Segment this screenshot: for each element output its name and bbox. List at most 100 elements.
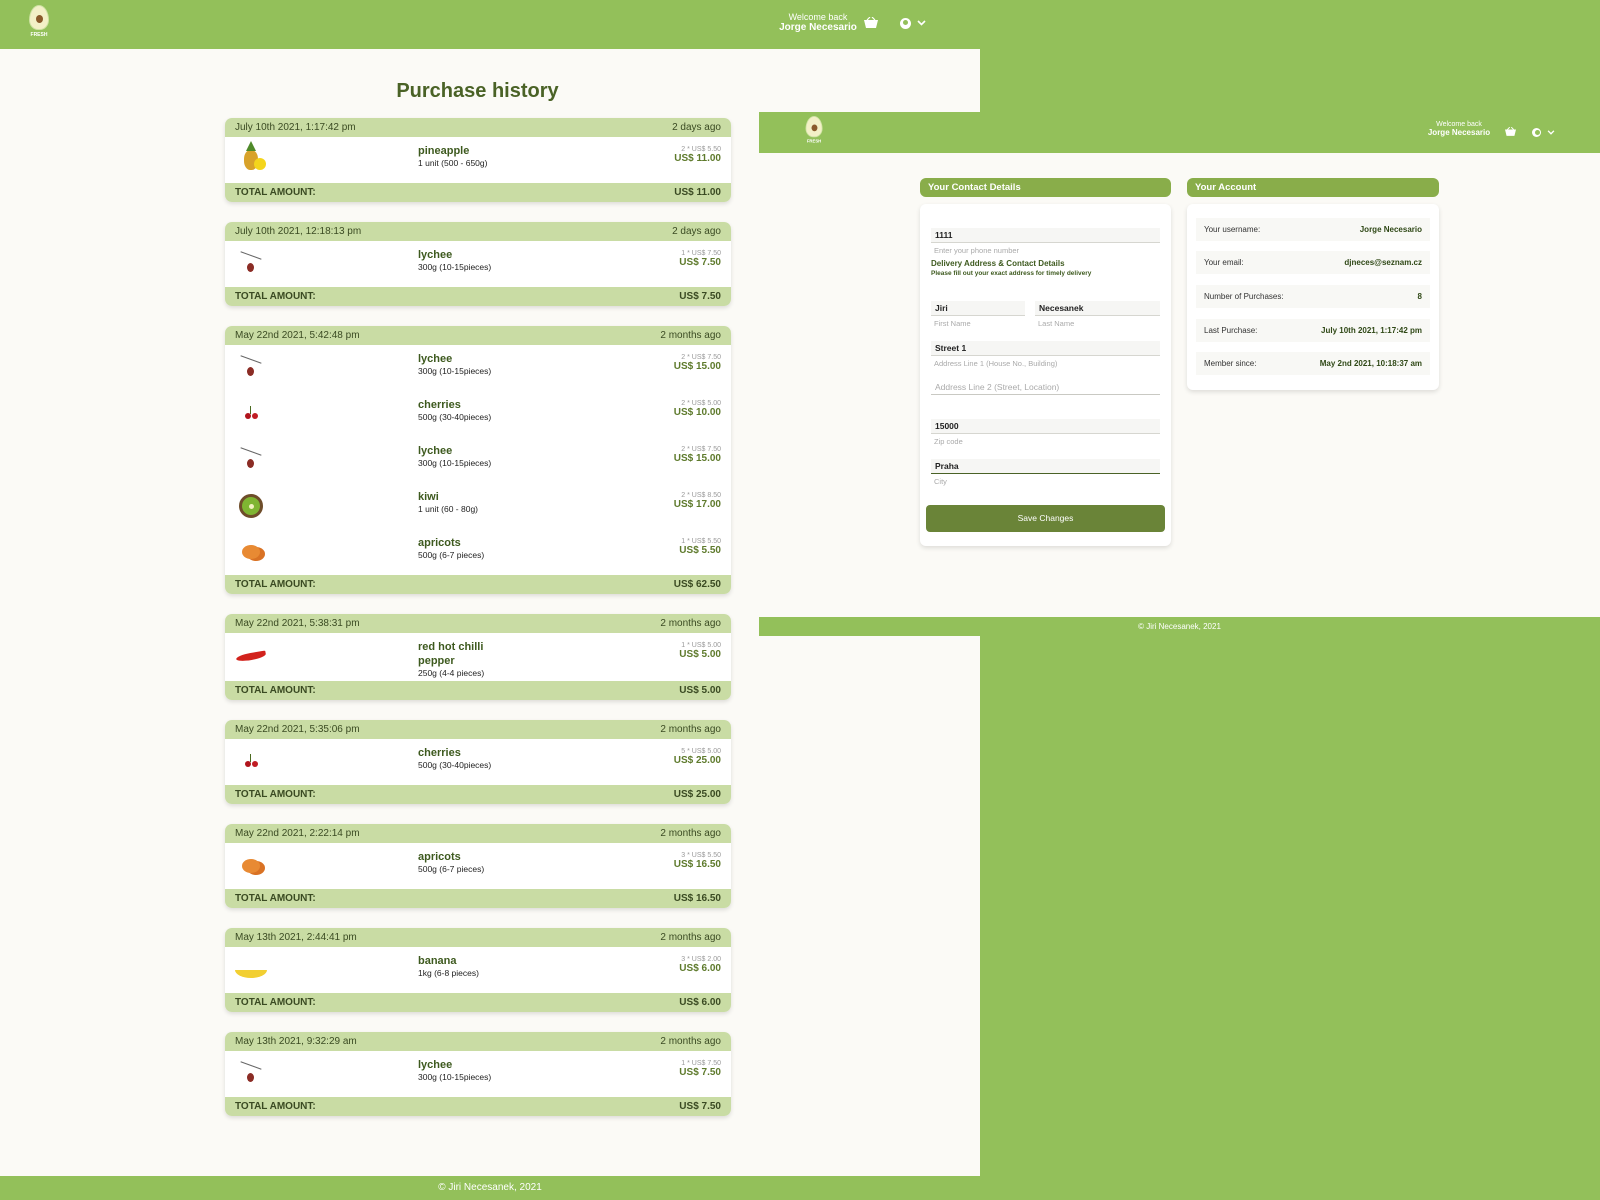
order-footer: TOTAL AMOUNT: US$ 6.00	[225, 993, 731, 1012]
item-description: 500g (30-40pieces)	[418, 760, 492, 770]
welcome-block: Welcome back Jorge Necesario	[1424, 121, 1494, 137]
item-name: lychee	[418, 249, 453, 261]
order-age: 2 months ago	[660, 330, 721, 341]
avocado-logo-icon	[805, 116, 823, 138]
item-name-block: red hot chilli pepper 250g (4-4 pieces)	[418, 640, 508, 679]
order-card: May 22nd 2021, 5:35:06 pm 2 months ago c…	[225, 720, 731, 804]
item-total-price: US$ 15.00	[673, 453, 721, 464]
delivery-title: Delivery Address & Contact Details	[931, 259, 1065, 268]
item-price-block: 2 * US$ 7.50 US$ 15.00	[674, 446, 721, 464]
order-total: US$ 16.50	[673, 893, 721, 904]
order-total: US$ 7.50	[679, 1101, 721, 1112]
lychee-icon	[235, 353, 267, 383]
item-price-block: 2 * US$ 5.50 US$ 11.00	[674, 146, 721, 164]
total-amount-label: TOTAL AMOUNT:	[235, 997, 316, 1008]
item-description: 1 unit (60 - 80g)	[418, 504, 479, 514]
item-price-block: 2 * US$ 5.00 US$ 10.00	[674, 400, 721, 418]
total-amount-label: TOTAL AMOUNT:	[235, 685, 316, 696]
item-name-block: apricots 500g (6-7 pieces)	[418, 536, 508, 561]
item-name: red hot chilli pepper	[418, 641, 484, 667]
order-item: red hot chilli pepper 250g (4-4 pieces) …	[225, 633, 731, 681]
item-name-block: banana 1kg (6-8 pieces)	[418, 954, 508, 979]
order-age: 2 months ago	[660, 828, 721, 839]
welcome-label: Welcome back	[1436, 121, 1482, 128]
order-card: May 13th 2021, 2:44:41 pm 2 months ago b…	[225, 928, 731, 1012]
basket-icon[interactable]	[864, 17, 878, 28]
last-name-field[interactable]: Necesanek Last Name	[1035, 301, 1160, 328]
account-value: Jorge Necesario	[1359, 225, 1422, 234]
order-age: 2 months ago	[660, 618, 721, 629]
item-unit-price: 3 * US$ 5.50	[681, 852, 721, 859]
lychee-icon	[235, 1059, 267, 1089]
item-total-price: US$ 11.00	[674, 153, 721, 164]
item-price-block: 1 * US$ 7.50 US$ 7.50	[679, 250, 721, 268]
zip-hint: Zip code	[934, 437, 963, 446]
item-unit-price: 2 * US$ 8.50	[681, 492, 721, 499]
item-price-block: 3 * US$ 5.50 US$ 16.50	[674, 852, 721, 870]
item-name: apricots	[418, 851, 461, 863]
address-line2-input[interactable]: Address Line 2 (Street, Location)	[931, 380, 1160, 395]
item-description: 300g (10-15pieces)	[418, 262, 492, 272]
item-unit-price: 1 * US$ 5.00	[681, 642, 721, 649]
item-description: 500g (6-7 pieces)	[418, 864, 485, 874]
item-price-block: 1 * US$ 5.00 US$ 5.00	[679, 642, 721, 660]
chilli-pepper-icon	[235, 641, 267, 671]
order-total: US$ 6.00	[679, 997, 721, 1008]
item-total-price: US$ 17.00	[673, 499, 721, 510]
fresh-logo[interactable]: FRESH	[803, 116, 825, 144]
order-date: May 22nd 2021, 5:42:48 pm	[235, 330, 360, 341]
footer-copyright: © Jiri Necesanek, 2021	[759, 617, 1600, 636]
orders-list: July 10th 2021, 1:17:42 pm 2 days ago pi…	[225, 118, 731, 1136]
order-item: kiwi 1 unit (60 - 80g) 2 * US$ 8.50 US$ …	[225, 483, 731, 529]
account-title: Your Account	[1187, 178, 1439, 197]
item-name: kiwi	[418, 491, 439, 503]
order-total: US$ 62.50	[673, 579, 721, 590]
city-input[interactable]: Praha	[931, 459, 1160, 474]
item-name: banana	[418, 955, 457, 967]
user-menu-button[interactable]	[900, 17, 926, 29]
item-unit-price: 1 * US$ 7.50	[681, 1060, 721, 1067]
address-line1-input[interactable]: Street 1	[931, 341, 1160, 356]
order-date: May 13th 2021, 9:32:29 am	[235, 1036, 357, 1047]
basket-icon[interactable]	[1505, 127, 1516, 136]
account-label: Your email:	[1204, 258, 1244, 267]
save-changes-button[interactable]: Save Changes	[926, 505, 1165, 532]
user-menu-button[interactable]	[1532, 126, 1555, 138]
item-price-block: 1 * US$ 7.50 US$ 7.50	[679, 1060, 721, 1078]
city-field[interactable]: Praha City	[931, 459, 1160, 486]
phone-input[interactable]: 1111	[931, 228, 1160, 243]
phone-field[interactable]: 1111 Enter your phone number	[931, 228, 1160, 255]
contact-details-card: 1111 Enter your phone number Delivery Ad…	[920, 204, 1171, 546]
item-name-block: apricots 500g (6-7 pieces)	[418, 850, 508, 875]
first-name-input[interactable]: Jiri	[931, 301, 1025, 316]
fresh-logo[interactable]: FRESH	[26, 5, 52, 38]
item-unit-price: 2 * US$ 5.00	[681, 400, 721, 407]
kiwi-icon	[235, 491, 267, 521]
order-total: US$ 11.00	[674, 187, 721, 198]
avocado-logo-icon	[29, 5, 49, 30]
item-name: apricots	[418, 537, 461, 549]
first-name-field[interactable]: Jiri First Name	[931, 301, 1025, 328]
order-footer: TOTAL AMOUNT: US$ 7.50	[225, 287, 731, 306]
order-item: lychee 300g (10-15pieces) 1 * US$ 7.50 U…	[225, 1051, 731, 1097]
zip-field[interactable]: 15000 Zip code	[931, 419, 1160, 446]
item-unit-price: 5 * US$ 5.00	[681, 748, 721, 755]
item-total-price: US$ 15.00	[673, 361, 721, 372]
item-price-block: 2 * US$ 7.50 US$ 15.00	[674, 354, 721, 372]
last-name-input[interactable]: Necesanek	[1035, 301, 1160, 316]
order-item: lychee 300g (10-15pieces) 1 * US$ 7.50 U…	[225, 241, 731, 287]
order-age: 2 days ago	[672, 226, 721, 237]
item-name-block: pineapple 1 unit (500 - 650g)	[418, 144, 508, 169]
item-unit-price: 3 * US$ 2.00	[681, 956, 721, 963]
address-line1-field[interactable]: Street 1 Address Line 1 (House No., Buil…	[931, 341, 1160, 368]
address-line2-field[interactable]: Address Line 2 (Street, Location)	[931, 380, 1160, 395]
order-date: May 13th 2021, 2:44:41 pm	[235, 932, 357, 943]
lychee-icon	[235, 445, 267, 475]
account-page: FRESH Welcome back Jorge Necesario Your …	[759, 112, 1600, 617]
order-footer: TOTAL AMOUNT: US$ 7.50	[225, 1097, 731, 1116]
order-item: lychee 300g (10-15pieces) 2 * US$ 7.50 U…	[225, 345, 731, 391]
zip-input[interactable]: 15000	[931, 419, 1160, 434]
item-description: 500g (30-40pieces)	[418, 412, 492, 422]
contact-details-title: Your Contact Details	[920, 178, 1171, 197]
city-hint: City	[934, 477, 947, 486]
